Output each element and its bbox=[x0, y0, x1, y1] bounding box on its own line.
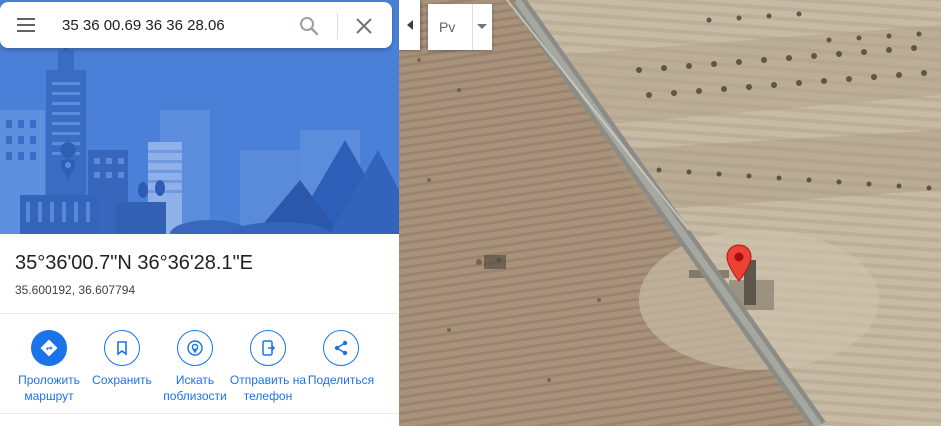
close-icon bbox=[356, 18, 372, 34]
bookmark-icon bbox=[104, 330, 140, 366]
caret-left-icon bbox=[406, 20, 413, 30]
search-box bbox=[0, 2, 392, 48]
clear-search-button[interactable] bbox=[352, 14, 376, 38]
directions-button[interactable]: Проложить маршрут bbox=[9, 330, 89, 404]
save-label: Сохранить bbox=[92, 373, 152, 387]
share-button[interactable]: Поделиться bbox=[301, 330, 381, 388]
divider bbox=[0, 413, 399, 414]
search-input[interactable] bbox=[62, 15, 282, 35]
decimal-coordinates: 35.600192, 36.607794 bbox=[15, 283, 136, 297]
nearby-label: Искать поблизости bbox=[163, 373, 227, 403]
dropdown-arrow-icon[interactable] bbox=[477, 24, 487, 30]
save-button[interactable]: Сохранить bbox=[82, 330, 162, 388]
place-title-coordinates: 35°36'00.7"N 36°36'28.1"E bbox=[15, 252, 254, 274]
divider bbox=[0, 313, 399, 314]
map-pin-icon[interactable] bbox=[726, 244, 752, 282]
collapse-panel-button[interactable] bbox=[399, 0, 420, 50]
nearby-icon bbox=[177, 330, 213, 366]
directions-label: Проложить маршрут bbox=[18, 373, 80, 403]
satellite-imagery bbox=[399, 0, 941, 426]
hamburger-menu-icon bbox=[17, 18, 35, 32]
search-button[interactable] bbox=[297, 14, 321, 38]
directions-icon bbox=[31, 330, 67, 366]
send-to-phone-label: Отправить на телефон bbox=[229, 373, 307, 403]
divider bbox=[472, 4, 473, 50]
satellite-map[interactable] bbox=[399, 0, 941, 426]
share-label: Поделиться bbox=[307, 373, 375, 387]
language-label: Рv bbox=[439, 19, 456, 35]
nearby-button[interactable]: Искать поблизости bbox=[155, 330, 235, 404]
send-to-phone-icon bbox=[250, 330, 286, 366]
search-divider bbox=[337, 13, 338, 39]
share-icon bbox=[323, 330, 359, 366]
language-selector[interactable]: Рv bbox=[428, 4, 492, 50]
menu-button[interactable] bbox=[14, 14, 38, 36]
send-to-phone-button[interactable]: Отправить на телефон bbox=[228, 330, 308, 404]
place-panel: 35°36'00.7"N 36°36'28.1"E 35.600192, 36.… bbox=[0, 0, 399, 426]
search-icon bbox=[300, 17, 319, 36]
